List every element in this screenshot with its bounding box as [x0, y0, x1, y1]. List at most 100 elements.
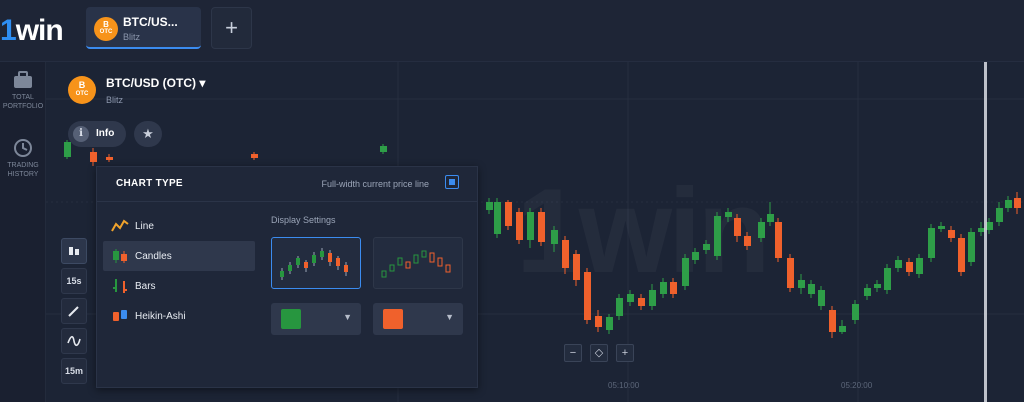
- candle-body: [649, 290, 656, 306]
- line-chart-icon: [111, 219, 129, 232]
- candle-body: [818, 290, 825, 306]
- candle-body: [486, 202, 493, 210]
- tab-title: BTC/US...: [123, 15, 178, 29]
- candle-body: [584, 272, 591, 320]
- asset-tab-btcusd[interactable]: B OTC BTC/US... Blitz: [86, 7, 201, 49]
- candle-body: [1005, 200, 1012, 208]
- trading-app: 1win B OTC BTC/US... Blitz + TOTAL PORTFO…: [0, 0, 1024, 402]
- candle-body: [928, 228, 935, 258]
- chart-type-heikin-ashi[interactable]: Heikin-Ashi: [103, 301, 255, 331]
- drawing-tool-button[interactable]: [61, 298, 87, 324]
- wave-icon: [67, 335, 81, 347]
- sidebar-item-total-portfolio[interactable]: TOTAL PORTFOLIO: [0, 70, 46, 111]
- candle-body: [380, 146, 387, 152]
- chart-type-line[interactable]: Line: [103, 211, 255, 241]
- candle-body: [616, 298, 623, 316]
- up-color-swatch: [281, 309, 301, 329]
- candle-body: [670, 282, 677, 294]
- asset-subtitle: Blitz: [106, 95, 124, 105]
- expiry-button[interactable]: 15m: [61, 358, 87, 384]
- candle-preview-icon: [280, 248, 348, 280]
- favorite-star-button[interactable]: ★: [134, 121, 162, 147]
- candle-body: [1014, 198, 1021, 208]
- zoom-in-button[interactable]: +: [616, 344, 634, 362]
- timeframe-button[interactable]: 15s: [61, 268, 87, 294]
- display-preview-style-1[interactable]: [271, 237, 361, 289]
- candle-body: [938, 226, 945, 229]
- info-button[interactable]: i Info: [68, 121, 126, 147]
- current-time-line: [984, 62, 987, 402]
- candle-body: [916, 258, 923, 274]
- full-width-checkbox[interactable]: [445, 175, 459, 189]
- app-logo[interactable]: 1win: [0, 14, 64, 48]
- display-preview-style-2[interactable]: [373, 237, 463, 289]
- candles-type-icon: [69, 247, 79, 255]
- sidebar-label-trading: TRADING: [7, 162, 39, 169]
- heikin-ashi-icon: [113, 310, 127, 321]
- display-settings-label: Display Settings: [271, 215, 336, 225]
- sidebar-item-trading-history[interactable]: TRADING HISTORY: [0, 138, 46, 179]
- chart-type-panel: CHART TYPE Full-width current price line…: [96, 166, 478, 388]
- down-color-dropdown[interactable]: ▼: [373, 303, 463, 335]
- candle-body: [627, 294, 634, 302]
- candle-body: [808, 284, 815, 294]
- candle-body: [703, 244, 710, 250]
- candle-body: [725, 212, 732, 217]
- chart-type-bars[interactable]: Bars: [103, 271, 255, 301]
- candle-body: [106, 157, 113, 160]
- sidebar-label-history: HISTORY: [7, 171, 39, 178]
- top-bar: 1win B OTC BTC/US... Blitz +: [0, 0, 1024, 62]
- candle-body: [864, 288, 871, 296]
- indicators-button[interactable]: [61, 328, 87, 354]
- candle-body: [573, 254, 580, 280]
- tab-subtitle: Blitz: [123, 32, 141, 42]
- candle-body: [895, 260, 902, 268]
- chevron-down-icon: ▼: [445, 312, 454, 322]
- candle-body: [839, 326, 846, 332]
- candle-body: [968, 232, 975, 262]
- price-chart[interactable]: 1win BOTC BTC/USD (OTC) ▾ Blitz i Info ★…: [46, 62, 1024, 402]
- up-color-dropdown[interactable]: ▼: [271, 303, 361, 335]
- chart-type-list: Line Candles Bars Heikin-Ashi: [103, 211, 255, 331]
- candle-body: [798, 280, 805, 288]
- candle-body: [734, 218, 741, 236]
- panel-title: CHART TYPE: [116, 178, 183, 189]
- chart-tools: 15s 15m: [61, 238, 87, 388]
- candle-body: [551, 230, 558, 244]
- chart-type-candles[interactable]: Candles: [103, 241, 255, 271]
- candle-body: [829, 310, 836, 332]
- history-clock-icon: [14, 139, 32, 157]
- left-sidebar: TOTAL PORTFOLIO TRADING HISTORY: [0, 62, 46, 402]
- candle-body: [758, 222, 765, 238]
- star-icon: ★: [142, 126, 154, 141]
- candle-body: [494, 202, 501, 234]
- candle-body: [660, 282, 667, 294]
- candle-body: [874, 284, 881, 288]
- chevron-down-icon: ▼: [343, 312, 352, 322]
- btc-coin-icon: B OTC: [68, 76, 96, 104]
- candle-body: [527, 212, 534, 240]
- candle-body: [775, 222, 782, 258]
- candle-body: [906, 262, 913, 272]
- candles-icon: [113, 249, 127, 263]
- candle-body: [90, 152, 97, 162]
- candle-body: [958, 238, 965, 272]
- pen-icon: [68, 306, 79, 317]
- zoom-reset-button[interactable]: ◇: [590, 344, 608, 362]
- candle-body: [606, 317, 613, 330]
- add-tab-button[interactable]: +: [211, 7, 252, 49]
- candle-body: [714, 216, 721, 256]
- zoom-out-button[interactable]: −: [564, 344, 582, 362]
- info-label: Info: [96, 128, 115, 139]
- candle-body: [996, 208, 1003, 222]
- candle-body: [562, 240, 569, 268]
- time-axis-label: 05:20:00: [841, 381, 873, 390]
- asset-name[interactable]: BTC/USD (OTC) ▾: [106, 76, 205, 90]
- bars-icon: [113, 279, 127, 293]
- candle-body: [251, 154, 258, 158]
- candle-body: [692, 252, 699, 260]
- candle-body: [852, 304, 859, 320]
- candle-body: [516, 212, 523, 240]
- chart-type-button[interactable]: [61, 238, 87, 264]
- candle-body: [638, 298, 645, 306]
